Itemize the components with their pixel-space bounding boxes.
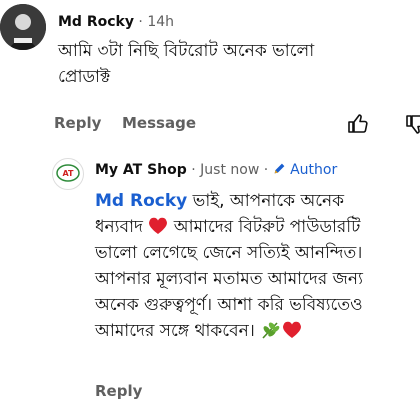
author-badge-label: Author xyxy=(290,162,338,178)
reply-text-line: ধন্যবাদ আমাদের বিটরুট পাউডারটি xyxy=(95,214,363,240)
herb-icon xyxy=(262,322,280,339)
pencil-icon xyxy=(274,163,285,174)
reply-text-line: Md Rocky ভাই, আপনাকে অনেক xyxy=(95,188,363,214)
comment-text-line: প্রোডাক্ট xyxy=(58,67,111,87)
user-avatar[interactable] xyxy=(0,4,46,50)
reply-text: Md Rocky ভাই, আপনাকে অনেক ধন্যবাদ আমাদের… xyxy=(95,188,363,344)
reply-text-line: আমাদের সঙ্গে থাকবেন। xyxy=(95,318,363,344)
reply-author[interactable]: My AT Shop xyxy=(95,162,187,178)
svg-text:AT: AT xyxy=(62,169,74,178)
comment-author[interactable]: Md Rocky xyxy=(58,14,134,30)
reply-text-segment: ভাই, আপনাকে অনেক xyxy=(187,191,345,211)
reply-text-segment: ধন্যবাদ xyxy=(95,217,149,237)
comment-header: Md Rocky · 14h xyxy=(58,14,175,30)
heart-icon xyxy=(283,321,302,338)
reply-button[interactable]: Reply xyxy=(54,114,101,132)
shop-avatar[interactable]: AT xyxy=(52,158,84,190)
comment-time: 14h xyxy=(147,14,175,30)
heart-icon xyxy=(149,217,168,234)
reply-text-line: অনেক গুরুত্বপূর্ণ। আশা করি ভবিষ্যতেও xyxy=(95,295,363,315)
reply-button[interactable]: Reply xyxy=(95,382,142,400)
comment-text: আমি ৩টা নিছি বিটরোট অনেক ভালো প্রোডাক্ট xyxy=(58,38,314,90)
reply-time: Just now xyxy=(200,162,260,178)
comment-text-line: আমি ৩টা নিছি বিটরোট অনেক ভালো xyxy=(58,41,315,61)
author-badge: Author xyxy=(273,162,338,178)
reply-text-line: আপনার মূল্যবান মতামত আমাদের জন্য xyxy=(95,269,363,289)
shop-logo-icon: AT xyxy=(56,164,80,182)
mention-link[interactable]: Md Rocky xyxy=(95,191,187,211)
like-icon[interactable] xyxy=(346,112,370,136)
dislike-icon[interactable] xyxy=(404,112,420,136)
reply-text-segment: আমাদের বিটরুট পাউডারটি xyxy=(168,217,361,237)
reply-text-segment: আমাদের সঙ্গে থাকবেন। xyxy=(95,321,261,341)
message-button[interactable]: Message xyxy=(122,114,196,132)
reply-text-line: ভালো লেগেছে জেনে সত্যিই আনন্দিত। xyxy=(95,243,363,263)
reply-header: My AT Shop · Just now · Author xyxy=(95,162,338,178)
